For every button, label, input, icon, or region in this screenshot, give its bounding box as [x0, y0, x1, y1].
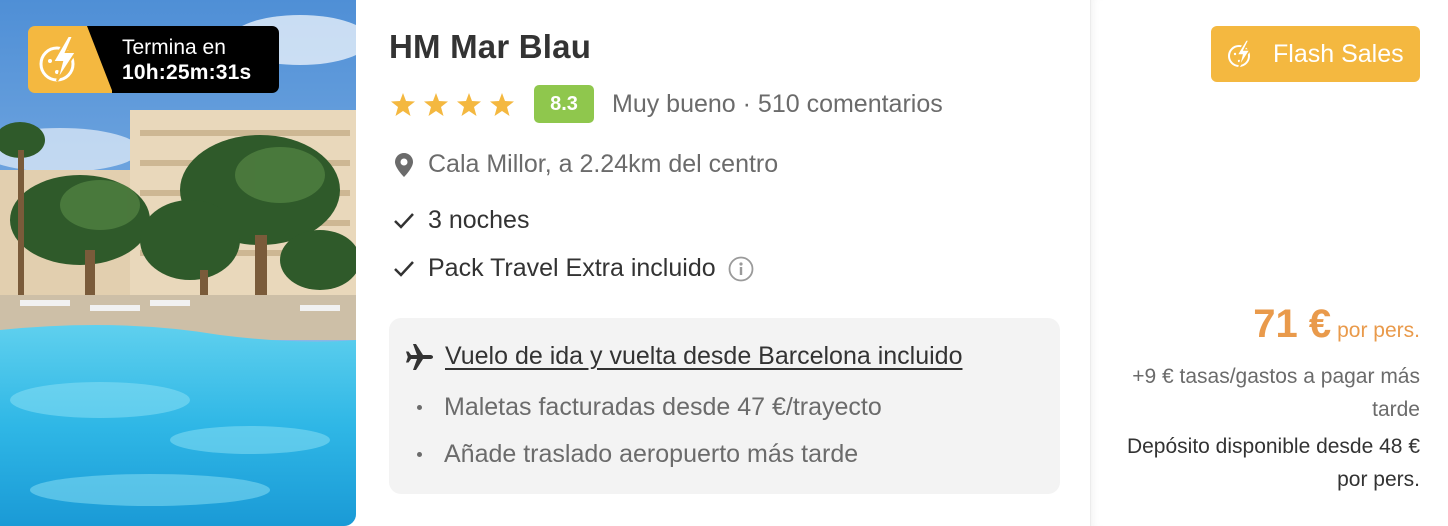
star-icon: [457, 92, 481, 116]
flight-item-text: Añade traslado aeropuerto más tarde: [444, 440, 859, 468]
location-text: Cala Millor, a 2.24km del centro: [428, 150, 779, 178]
taxes-note: +9 € tasas/gastos a pagar más tarde: [1132, 365, 1420, 421]
flight-details-link[interactable]: Vuelo de ida y vuelta desde Barcelona in…: [445, 342, 962, 371]
flight-item-text: Maletas facturadas desde 47 €/trayecto: [444, 393, 882, 421]
price-unit: por pers.: [1337, 319, 1420, 342]
feature-pack: Pack Travel Extra incluido: [393, 254, 754, 283]
star-icon: [490, 92, 514, 116]
feature-nights-text: 3 noches: [428, 206, 530, 234]
bullet-icon: [417, 452, 422, 457]
review-summary[interactable]: Muy bueno · 510 comentarios: [612, 90, 943, 119]
flight-item-transfer: Añade traslado aeropuerto más tarde: [417, 440, 858, 469]
price-amount: 71 €: [1253, 302, 1332, 346]
flight-headline: Vuelo de ida y vuelta desde Barcelona in…: [406, 342, 962, 371]
rating-row: 8.3 Muy bueno · 510 comentarios: [391, 85, 943, 123]
price: 71 € por pers.: [1253, 302, 1420, 347]
bullet-icon: [417, 405, 422, 410]
feature-nights: 3 noches: [393, 206, 529, 235]
star-icon: [424, 92, 448, 116]
countdown-value: 10h:25m:31s: [122, 61, 252, 84]
hotel-name[interactable]: HM Mar Blau: [389, 28, 591, 66]
review-score-badge: 8.3: [534, 85, 594, 123]
flash-bolt-icon: [1227, 39, 1255, 69]
star-rating: [391, 92, 514, 116]
countdown-timer: Termina en 10h:25m:31s: [28, 26, 279, 93]
location-pin-icon: [393, 151, 415, 179]
feature-pack-text: Pack Travel Extra incluido: [428, 254, 716, 282]
flight-item-luggage: Maletas facturadas desde 47 €/trayecto: [417, 393, 882, 422]
hotel-photo[interactable]: Termina en 10h:25m:31s: [0, 0, 356, 526]
countdown-label: Termina en: [122, 36, 226, 59]
price-column: Flash Sales 71 € por pers. +9 € tasas/ga…: [1090, 0, 1448, 526]
star-icon: [391, 92, 415, 116]
flash-sales-label: Flash Sales: [1273, 39, 1404, 68]
countdown-text: Termina en 10h:25m:31s: [112, 26, 279, 93]
checkmark-icon: [393, 207, 415, 235]
flash-sales-badge[interactable]: Flash Sales: [1211, 26, 1420, 82]
info-icon[interactable]: [728, 256, 754, 282]
location-row: Cala Millor, a 2.24km del centro: [393, 150, 778, 179]
flash-bolt-icon: [28, 26, 113, 93]
flight-info-box: Vuelo de ida y vuelta desde Barcelona in…: [389, 318, 1060, 494]
checkmark-icon: [393, 255, 415, 283]
airplane-icon: [406, 343, 434, 370]
deposit-note: Depósito disponible desde 48 € por pers.: [1126, 435, 1420, 491]
